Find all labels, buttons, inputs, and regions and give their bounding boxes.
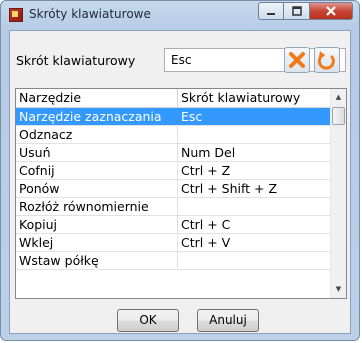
ok-button[interactable]: OK	[117, 309, 179, 332]
close-button[interactable]	[310, 2, 353, 20]
minimize-button[interactable]	[258, 2, 284, 20]
shortcut-cell	[178, 198, 331, 215]
table-row[interactable]: Odznacz	[16, 126, 331, 144]
dialog-content: Skrót klawiaturowy Esc Narzędzie Skrót k…	[9, 30, 351, 334]
tool-cell: Narzędzie zaznaczania	[16, 108, 178, 125]
table-row[interactable]: Kopiuj Ctrl + C	[16, 216, 331, 234]
tool-cell: Kopiuj	[16, 216, 178, 233]
table-row[interactable]: Ponów Ctrl + Shift + Z	[16, 180, 331, 198]
maximize-icon	[291, 6, 302, 16]
shortcut-cell: Ctrl + V	[178, 234, 331, 251]
caption-buttons	[258, 2, 353, 20]
reset-shortcut-button[interactable]	[314, 47, 340, 73]
window-title: Skróty klawiaturowe	[29, 7, 151, 21]
title-bar[interactable]: Skróty klawiaturowe	[1, 1, 359, 29]
tool-cell: Usuń	[16, 144, 178, 161]
clear-x-icon	[289, 52, 305, 68]
column-header-shortcut[interactable]: Skrót klawiaturowy	[178, 89, 331, 107]
shortcuts-table: Narzędzie Skrót klawiaturowy Narzędzie z…	[15, 88, 347, 299]
tool-cell: Wklej	[16, 234, 178, 251]
tool-cell: Ponów	[16, 180, 178, 197]
shortcut-cell: Ctrl + C	[178, 216, 331, 233]
table-row[interactable]: Usuń Num Del	[16, 144, 331, 162]
tool-cell: Odznacz	[16, 126, 178, 143]
dialog-window: Skróty klawiaturowe Skrót klawiaturowy E…	[0, 0, 360, 341]
shortcut-cell: Esc	[178, 108, 331, 125]
shortcut-label: Skrót klawiaturowy	[16, 53, 136, 68]
table-row[interactable]: Narzędzie zaznaczania Esc	[16, 108, 331, 126]
shortcut-row: Skrót klawiaturowy Esc	[10, 31, 350, 75]
tool-cell: Rozłóż równomiernie	[16, 198, 178, 215]
table-row[interactable]: Rozłóż równomiernie	[16, 198, 331, 216]
minimize-icon	[267, 13, 275, 15]
table-body: Narzędzie zaznaczania Esc Odznacz Usuń N…	[16, 108, 331, 270]
table-row[interactable]: Wklej Ctrl + V	[16, 234, 331, 252]
reset-arrow-icon	[317, 51, 335, 70]
table-row[interactable]: Wstaw półkę	[16, 252, 331, 270]
app-icon	[9, 8, 23, 22]
shortcut-cell: Ctrl + Shift + Z	[178, 180, 331, 197]
maximize-button[interactable]	[284, 2, 310, 20]
table-header: Narzędzie Skrót klawiaturowy	[16, 89, 331, 108]
scrollbar-thumb[interactable]	[332, 107, 345, 125]
shortcut-cell	[178, 252, 331, 269]
cancel-button[interactable]: Anuluj	[197, 309, 259, 332]
shortcut-cell: Num Del	[178, 144, 331, 161]
vertical-scrollbar[interactable]: ▲ ▼	[330, 89, 346, 298]
tool-cell: Wstaw półkę	[16, 252, 178, 269]
column-header-tool[interactable]: Narzędzie	[16, 89, 178, 107]
scroll-up-icon[interactable]: ▲	[331, 89, 346, 106]
table-row[interactable]: Cofnij Ctrl + Z	[16, 162, 331, 180]
clear-shortcut-button[interactable]	[284, 47, 310, 73]
close-icon	[326, 6, 336, 16]
tool-cell: Cofnij	[16, 162, 178, 179]
shortcut-cell	[178, 126, 331, 143]
shortcut-cell: Ctrl + Z	[178, 162, 331, 179]
scroll-down-icon[interactable]: ▼	[331, 281, 346, 298]
